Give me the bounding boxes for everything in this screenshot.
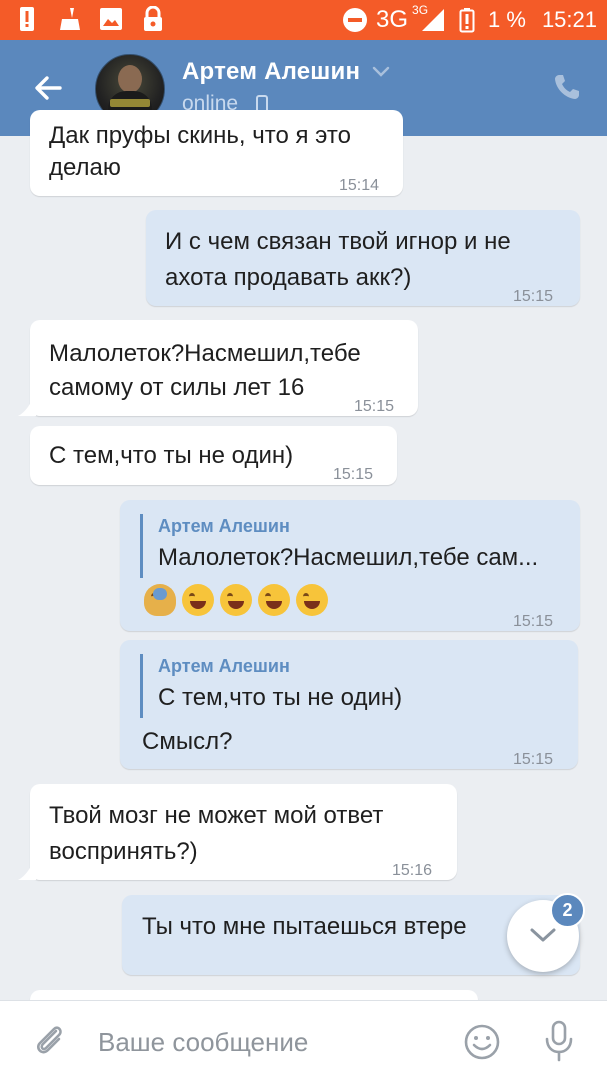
- reply-quote[interactable]: Артем Алешин С тем,что ты не один): [140, 654, 402, 718]
- message-incoming[interactable]: Твой мозг не может мой ответ воспринять?…: [18, 784, 457, 880]
- message-time: 15:15: [354, 398, 395, 415]
- do-not-disturb-icon: [342, 7, 368, 33]
- battery-icon: [454, 7, 480, 33]
- message-text: Малолеток?Насмешил,тебе: [49, 340, 361, 367]
- rofl-emoji-icon: [182, 584, 214, 616]
- lock-icon: [140, 6, 166, 32]
- reply-author: Артем Алешин: [158, 656, 290, 676]
- message-outgoing[interactable]: Артем Алешин Малолеток?Насмешил,тебе сам…: [120, 500, 580, 631]
- message-time: 15:15: [333, 466, 374, 483]
- message-input[interactable]: [96, 1019, 450, 1065]
- message-time: 15:15: [513, 751, 554, 768]
- battery-percent: 1 %: [488, 7, 526, 32]
- message-incoming[interactable]: Дак пруфы скинь, что я это делаю 15:14: [30, 110, 403, 196]
- paperclip-icon[interactable]: [32, 1023, 66, 1059]
- message-incoming[interactable]: С тем,что ты не один) 15:15: [30, 426, 397, 485]
- alert-icon: [14, 6, 40, 32]
- message-text: самому от силы лет 16: [49, 374, 305, 401]
- message-time: 15:15: [513, 288, 554, 305]
- reply-author: Артем Алешин: [158, 516, 290, 536]
- emoji-row: [144, 584, 328, 616]
- unread-badge: 2: [550, 893, 585, 928]
- rofl-emoji-icon: [258, 584, 290, 616]
- reply-text: Малолеток?Насмешил,тебе сам...: [158, 544, 539, 571]
- bubble-tail: [18, 394, 36, 416]
- message-outgoing[interactable]: Артем Алешин С тем,что ты не один) Смысл…: [120, 640, 578, 769]
- message-text: С тем,что ты не один): [49, 442, 294, 469]
- message-text: делаю: [49, 154, 121, 181]
- message-composer: [0, 1000, 607, 1081]
- emoji-smile-icon[interactable]: [463, 1023, 501, 1061]
- chevron-down-icon[interactable]: [372, 66, 390, 78]
- status-bar: 3G 3G 1 % 15:21: [0, 0, 607, 40]
- phone-icon[interactable]: [552, 72, 582, 102]
- chevron-down-icon: [530, 928, 556, 942]
- back-arrow-icon[interactable]: [30, 70, 66, 106]
- message-text: ахота продавать акк?): [165, 264, 412, 291]
- cleaner-icon: [56, 6, 82, 32]
- message-text: Твой мозг не может мой ответ: [49, 802, 384, 829]
- bubble-tail: [18, 858, 36, 880]
- message-text: Смысл?: [142, 728, 233, 755]
- reply-quote[interactable]: Артем Алешин Малолеток?Насмешил,тебе сам…: [140, 514, 538, 578]
- microphone-icon[interactable]: [542, 1019, 576, 1063]
- status-system-icons: 3G 3G 1 % 15:21: [342, 3, 597, 34]
- message-text: И с чем связан твой игнор и не: [165, 228, 511, 255]
- clock: 15:21: [541, 7, 597, 32]
- image-icon: [98, 6, 124, 32]
- message-outgoing[interactable]: И с чем связан твой игнор и не ахота про…: [146, 210, 580, 306]
- message-text: воспринять?): [49, 838, 198, 865]
- message-time: 15:15: [513, 613, 554, 630]
- network-type-label: 3G: [376, 6, 409, 33]
- message-text: Дак пруфы скинь, что я это: [49, 122, 351, 149]
- message-time: 15:14: [339, 177, 380, 194]
- reply-text: С тем,что ты не один): [158, 684, 403, 711]
- message-time: 15:16: [392, 862, 433, 879]
- message-text: Ты что мне пытаешься втере: [142, 913, 467, 940]
- rofl-emoji-icon: [220, 584, 252, 616]
- contact-name[interactable]: Артем Алешин: [182, 58, 360, 86]
- rofl-emoji-icon: [296, 584, 328, 616]
- status-notification-icons: [14, 6, 166, 32]
- signal-icon: 3G: [412, 3, 446, 33]
- message-incoming[interactable]: Малолеток?Насмешил,тебе самому от силы л…: [18, 320, 418, 416]
- facepalm-emoji-icon: [144, 584, 176, 616]
